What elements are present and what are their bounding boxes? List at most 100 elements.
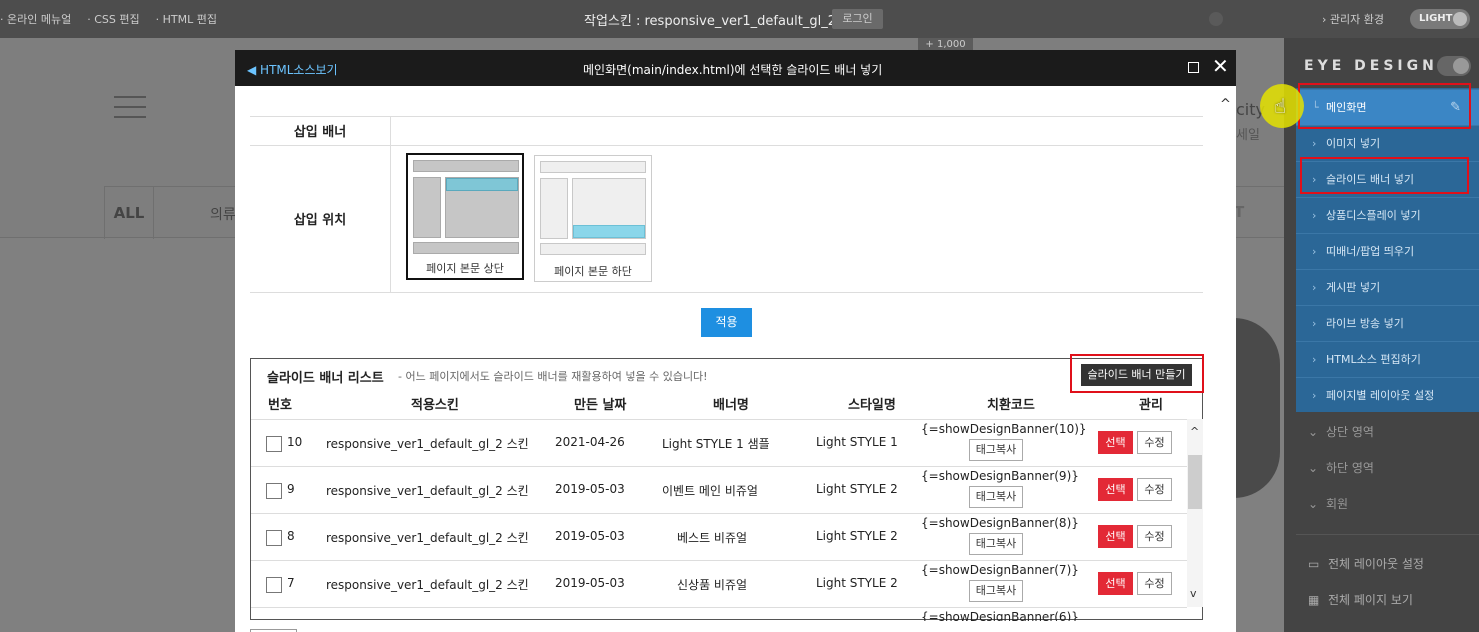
sidebar-group-top[interactable]: ⌄ 상단 영역 xyxy=(1296,414,1479,450)
bottom-item-label: 전체 페이지 보기 xyxy=(1328,593,1413,607)
row-checkbox[interactable] xyxy=(266,530,282,546)
row-banner-name: 베스트 비쥬얼 xyxy=(677,531,748,545)
row-code: {=showDesignBanner(6)} xyxy=(921,610,1079,621)
html-edit-link[interactable]: · HTML 편집 xyxy=(156,11,217,27)
theme-toggle[interactable]: LIGHT xyxy=(1410,9,1470,29)
modal-header: ◀ HTML소스보기 메인화면(main/index.html)에 선택한 슬라… xyxy=(235,50,1236,86)
divider xyxy=(390,116,391,293)
sidebar-group-member[interactable]: ⌄ 회원 xyxy=(1296,486,1479,522)
hamburger-icon[interactable] xyxy=(114,96,146,118)
list-subtitle: - 어느 페이지에서도 슬라이드 배너를 재활용하여 넣을 수 있습니다! xyxy=(398,370,708,383)
status-dot-icon xyxy=(1209,12,1223,26)
table-row: 7 responsive_ver1_default_gl_2 스킨 2019-0… xyxy=(251,560,1187,607)
nav-clothes[interactable]: 의류 xyxy=(210,204,236,224)
chevron-down-icon: ⌄ xyxy=(1308,461,1319,475)
chevron-right-icon: › xyxy=(1312,353,1317,366)
tag-copy-button[interactable]: 태그복사 xyxy=(969,439,1023,461)
position-bottom-option[interactable]: 페이지 본문 하단 xyxy=(534,155,652,282)
row-date: 2019-05-03 xyxy=(555,529,625,543)
sidebar-item-label: 라이브 방송 넣기 xyxy=(1326,317,1404,330)
html-source-link[interactable]: ◀ HTML소스보기 xyxy=(247,61,338,78)
row-date: 2021-04-26 xyxy=(555,435,625,449)
layout-footer-block xyxy=(540,243,646,255)
tag-copy-button[interactable]: 태그복사 xyxy=(969,486,1023,508)
col-header-code: 치환코드 xyxy=(987,398,1035,413)
banner-insert-modal: ◀ HTML소스보기 메인화면(main/index.html)에 선택한 슬라… xyxy=(235,50,1236,632)
row-checkbox[interactable] xyxy=(266,436,282,452)
full-layout-settings[interactable]: ▭ 전체 레이아웃 설정 xyxy=(1296,546,1479,582)
col-header-number: 번호 xyxy=(268,398,292,413)
close-icon[interactable]: ✕ xyxy=(1212,56,1229,76)
edit-button[interactable]: 수정 xyxy=(1137,572,1172,595)
select-button[interactable]: 선택 xyxy=(1098,478,1133,501)
select-button[interactable]: 선택 xyxy=(1098,431,1133,454)
row-skin: responsive_ver1_default_gl_2 스킨 xyxy=(326,578,529,592)
row-checkbox[interactable] xyxy=(266,577,282,593)
group-label: 회원 xyxy=(1326,497,1349,511)
col-header-date: 만든 날짜 xyxy=(574,398,627,413)
layout-side-block xyxy=(540,178,568,239)
chevron-right-icon: › xyxy=(1312,209,1317,222)
divider xyxy=(250,145,1203,146)
row-code: {=showDesignBanner(8)} xyxy=(921,516,1079,530)
apply-button[interactable]: 적용 xyxy=(701,308,752,337)
leaf-image xyxy=(1234,318,1280,498)
row-date: 2019-05-03 xyxy=(555,482,625,496)
sidebar-item-strip-banner-popup[interactable]: › 띠배너/팝업 띄우기 xyxy=(1296,233,1479,269)
admin-environment-link[interactable]: › 관리자 환경 xyxy=(1322,11,1384,27)
layout-header-block xyxy=(540,161,646,173)
sidebar-item-label: 이미지 넣기 xyxy=(1326,137,1381,150)
select-button[interactable]: 선택 xyxy=(1098,572,1133,595)
table-body[interactable]: 10 responsive_ver1_default_gl_2 스킨 2021-… xyxy=(251,419,1187,621)
sidebar-item-image[interactable]: › 이미지 넣기 xyxy=(1296,125,1479,161)
row-checkbox[interactable] xyxy=(266,483,282,499)
position-top-option[interactable]: 페이지 본문 상단 xyxy=(406,153,524,280)
list-title: 슬라이드 배너 리스트 xyxy=(267,371,384,386)
layout-insert-area xyxy=(573,225,645,238)
row-number: 9 xyxy=(287,482,295,496)
divider xyxy=(1296,534,1479,535)
maximize-icon[interactable] xyxy=(1188,62,1199,73)
sidebar-group-bottom[interactable]: ⌄ 하단 영역 xyxy=(1296,450,1479,486)
sidebar-brand: EYE DESIGN xyxy=(1304,58,1438,74)
sidebar-item-html-edit[interactable]: › HTML소스 편집하기 xyxy=(1296,341,1479,377)
sidebar-item-live[interactable]: › 라이브 방송 넣기 xyxy=(1296,305,1479,341)
insert-position-label: 삽입 위치 xyxy=(293,213,347,228)
row-number: 10 xyxy=(287,435,303,449)
layout-header-block xyxy=(413,160,519,172)
chevron-right-icon: › xyxy=(1312,281,1317,294)
row-banner-name: 이벤트 메인 비쥬얼 xyxy=(662,484,758,498)
edit-button[interactable]: 수정 xyxy=(1137,478,1172,501)
row-skin: responsive_ver1_default_gl_2 스킨 xyxy=(326,437,529,451)
tag-copy-button[interactable]: 태그복사 xyxy=(969,533,1023,555)
sidebar-item-product-display[interactable]: › 상품디스플레이 넣기 xyxy=(1296,197,1479,233)
row-date: 2019-05-03 xyxy=(555,576,625,590)
online-manual-link[interactable]: · 온라인 메뉴얼 xyxy=(0,11,71,27)
edit-button[interactable]: 수정 xyxy=(1137,525,1172,548)
layout-footer-block xyxy=(413,242,519,254)
highlight-box xyxy=(1070,354,1204,393)
view-all-pages[interactable]: ▦ 전체 페이지 보기 xyxy=(1296,582,1479,618)
sidebar-item-board[interactable]: › 게시판 넣기 xyxy=(1296,269,1479,305)
table-scrollbar[interactable]: ^ v xyxy=(1187,419,1203,607)
row-skin: responsive_ver1_default_gl_2 스킨 xyxy=(326,531,529,545)
sidebar-item-page-layout[interactable]: › 페이지별 레이아웃 설정 xyxy=(1296,377,1479,413)
chevron-up-icon[interactable]: ^ xyxy=(1220,97,1231,112)
highlight-box xyxy=(1300,157,1469,194)
sidebar-item-label: 페이지별 레이아웃 설정 xyxy=(1326,389,1435,402)
login-button[interactable]: 로그인 xyxy=(832,9,883,29)
edit-button[interactable]: 수정 xyxy=(1137,431,1172,454)
select-button[interactable]: 선택 xyxy=(1098,525,1133,548)
tag-copy-button[interactable]: 태그복사 xyxy=(969,580,1023,602)
chevron-up-icon[interactable]: ^ xyxy=(1190,425,1199,438)
eye-design-toggle[interactable] xyxy=(1437,56,1471,76)
top-bar: · 온라인 메뉴얼 · CSS 편집 · HTML 편집 작업스킨 : resp… xyxy=(0,0,1479,38)
nav-all[interactable]: ALL xyxy=(104,187,154,239)
row-style-name: Light STYLE 2 xyxy=(816,576,898,590)
chevron-down-icon: ⌄ xyxy=(1308,425,1319,439)
scrollbar-thumb[interactable] xyxy=(1188,455,1202,509)
css-edit-link[interactable]: · CSS 편집 xyxy=(87,11,139,27)
bottom-item-label: 전체 레이아웃 설정 xyxy=(1328,557,1424,571)
row-number: 7 xyxy=(287,576,295,590)
chevron-down-icon[interactable]: v xyxy=(1190,587,1197,600)
